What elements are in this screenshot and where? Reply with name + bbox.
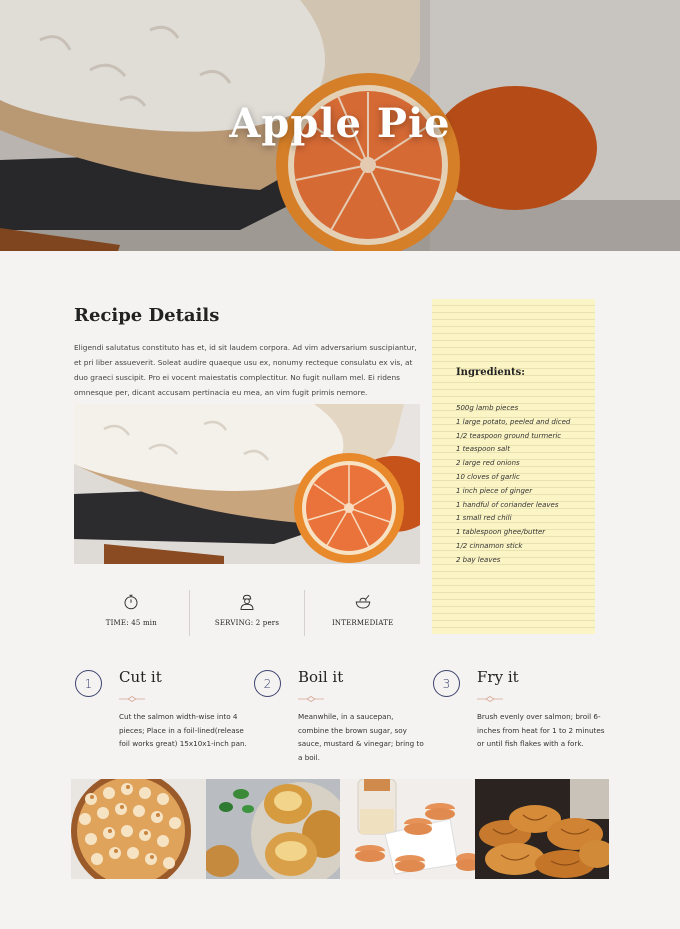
ingredient-item: 2 large red onions: [456, 459, 520, 468]
recipe-stats: TIME: 45 min SERVING: 2 pers INTERMEDIAT…: [74, 590, 420, 636]
ingredient-item: 1 small red chili: [456, 514, 512, 523]
page-title: Apple Pie: [229, 100, 451, 147]
step-text: Cut the salmon width-wise into 4 pieces;…: [119, 712, 247, 748]
ingredient-item: 1 teaspoon salt: [456, 445, 510, 454]
gallery-macarons-photo[interactable]: [340, 779, 475, 879]
divider-ornament-icon: [119, 696, 145, 702]
ingredients-list: 500g lamb pieces 1 large potato, peeled …: [456, 402, 570, 568]
stat-time-label: TIME: 45 min: [105, 619, 157, 627]
ingredient-item: 500g lamb pieces: [456, 404, 519, 412]
ingredient-item: 1/2 cinnamon stick: [456, 541, 523, 550]
ingredients-heading: Ingredients:: [456, 367, 525, 378]
step-number: 1: [75, 670, 102, 697]
step-title: Boil it: [298, 668, 344, 686]
timer-icon: [124, 594, 138, 610]
divider-ornament-icon: [298, 696, 324, 702]
ingredient-item: 1 tablespoon ghee/butter: [456, 528, 546, 537]
bowl-icon: [355, 594, 370, 609]
recipe-photo: [74, 404, 420, 564]
divider-ornament-icon: [477, 696, 503, 702]
ingredient-item: 10 cloves of garlic: [456, 472, 520, 481]
step-number: 3: [433, 670, 460, 697]
ingredient-item: 1/2 teaspoon ground turmeric: [456, 431, 562, 440]
ingredient-item: 1 handful of coriander leaves: [456, 500, 559, 509]
gallery-meringue-tart-photo[interactable]: [71, 779, 206, 879]
ingredient-item: 1 inch piece of ginger: [456, 486, 533, 495]
gallery-croissants-photo[interactable]: [474, 779, 609, 879]
step-title: Fry it: [477, 668, 519, 686]
photo-gallery: [71, 779, 609, 879]
ingredient-item: 2 bay leaves: [456, 555, 501, 564]
stat-serving: SERVING: 2 pers: [188, 590, 305, 636]
ingredient-item: 1 large potato, peeled and diced: [456, 417, 571, 426]
step-title: Cut it: [119, 668, 162, 686]
chef-icon: [240, 594, 254, 610]
step-number: 2: [254, 670, 281, 697]
ingredients-card: Ingredients: 500g lamb pieces 1 large po…: [432, 296, 595, 634]
hero-banner: Apple Pie: [0, 0, 680, 251]
recipe-description: Eligendi salutatus constituto has et, id…: [74, 343, 417, 397]
stat-difficulty: INTERMEDIATE: [304, 590, 420, 636]
recipe-details-heading: Recipe Details: [74, 305, 220, 326]
gallery-bread-buns-photo[interactable]: [205, 779, 340, 879]
step-text: Brush evenly over salmon; broil 6-inches…: [477, 712, 605, 748]
stat-time: TIME: 45 min: [74, 590, 189, 636]
stat-serving-label: SERVING: 2 pers: [214, 619, 280, 627]
step-text: Meanwhile, in a saucepan, combine the br…: [298, 712, 424, 762]
stat-difficulty-label: INTERMEDIATE: [331, 619, 394, 627]
